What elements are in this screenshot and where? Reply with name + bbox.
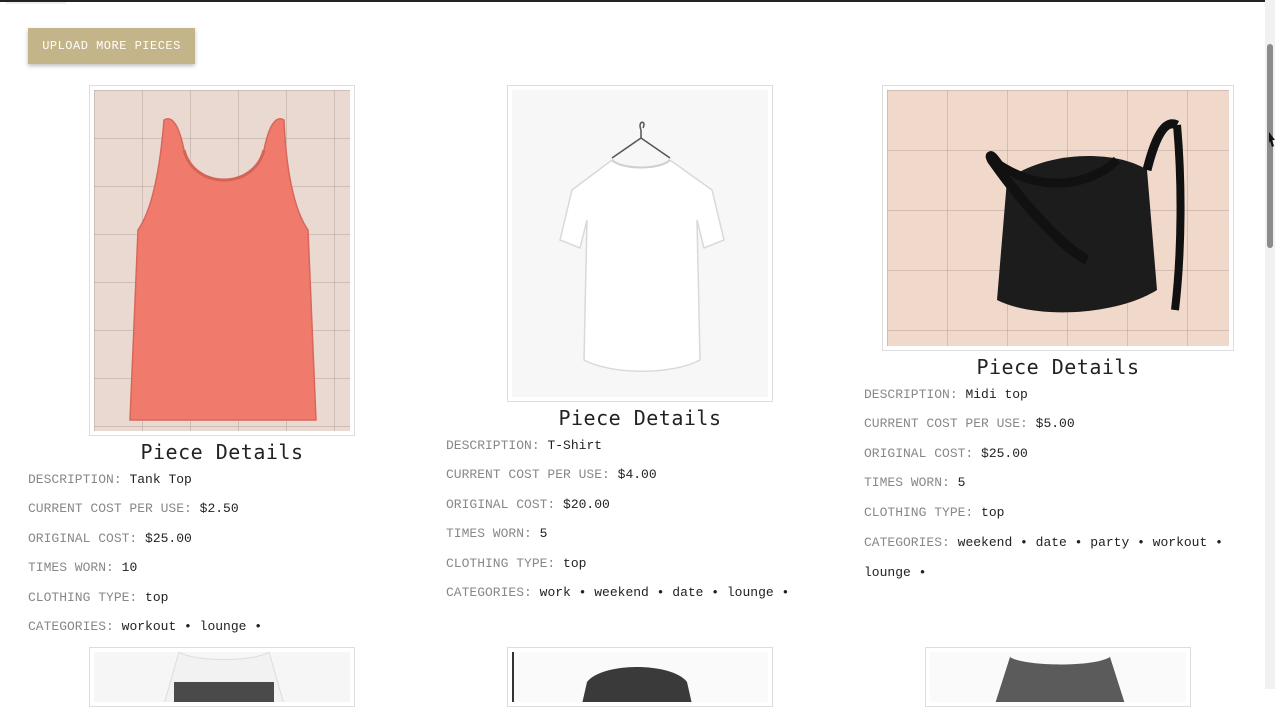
- clothing-type-row: CLOTHING TYPE: top: [28, 590, 168, 605]
- categories-label: CATEGORIES:: [28, 619, 114, 634]
- cost-per-use-label: CURRENT COST PER USE:: [446, 467, 610, 482]
- top-border: [0, 0, 1275, 2]
- cost-per-use-row: CURRENT COST PER USE: $2.50: [28, 501, 239, 516]
- description-value: T-Shirt: [547, 438, 603, 453]
- cost-per-use-label: CURRENT COST PER USE:: [28, 501, 192, 516]
- cost-per-use-value: $4.00: [617, 467, 657, 482]
- page-scrollbar[interactable]: [1265, 0, 1275, 689]
- piece-image-tshirt[interactable]: [507, 85, 773, 402]
- cost-per-use-label: CURRENT COST PER USE:: [864, 416, 1028, 431]
- piece-image-midi-top[interactable]: [882, 85, 1234, 351]
- cost-per-use-value: $2.50: [199, 501, 239, 516]
- cost-per-use-row: CURRENT COST PER USE: $5.00: [864, 416, 1075, 431]
- midi-top-photo: [887, 90, 1229, 346]
- clothing-type-value: top: [145, 590, 169, 605]
- piece-title: Piece Details: [140, 440, 304, 464]
- piece-image-next-2[interactable]: [507, 647, 773, 707]
- categories-row: CATEGORIES: work • weekend • date • loun…: [446, 585, 789, 600]
- times-worn-row: TIMES WORN: 5: [446, 526, 547, 541]
- original-cost-row: ORIGINAL COST: $20.00: [446, 497, 610, 512]
- clothing-type-label: CLOTHING TYPE:: [446, 556, 556, 571]
- piece-title: Piece Details: [558, 406, 722, 430]
- tshirt-photo: [512, 90, 768, 397]
- original-cost-value: $25.00: [145, 531, 192, 546]
- hoodie-photo: [512, 652, 768, 702]
- times-worn-label: TIMES WORN:: [446, 526, 532, 541]
- cost-per-use-value: $5.00: [1035, 416, 1075, 431]
- piece-title: Piece Details: [976, 355, 1140, 379]
- piece-image-next-3[interactable]: [925, 647, 1191, 707]
- times-worn-row: TIMES WORN: 5: [864, 475, 965, 490]
- description-row: DESCRIPTION: Tank Top: [28, 472, 192, 487]
- description-value: Tank Top: [129, 472, 192, 487]
- categories-value: workout • lounge •: [121, 619, 263, 634]
- times-worn-value: 5: [957, 475, 966, 490]
- times-worn-value: 10: [121, 560, 138, 575]
- original-cost-value: $25.00: [981, 446, 1028, 461]
- times-worn-label: TIMES WORN:: [28, 560, 114, 575]
- cost-per-use-row: CURRENT COST PER USE: $4.00: [446, 467, 657, 482]
- clothing-type-label: CLOTHING TYPE:: [28, 590, 138, 605]
- original-cost-row: ORIGINAL COST: $25.00: [864, 446, 1028, 461]
- categories-label: CATEGORIES:: [446, 585, 532, 600]
- leggings-photo: [94, 652, 350, 702]
- times-worn-row: TIMES WORN: 10: [28, 560, 137, 575]
- original-cost-value: $20.00: [563, 497, 610, 512]
- description-label: DESCRIPTION:: [446, 438, 540, 453]
- original-cost-label: ORIGINAL COST:: [864, 446, 974, 461]
- top-border-mark: [6, 2, 66, 4]
- times-worn-value: 5: [539, 526, 548, 541]
- categories-row: CATEGORIES: workout • lounge •: [28, 619, 262, 634]
- categories-row: CATEGORIES: weekend • date • party • wor…: [864, 528, 1224, 588]
- description-row: DESCRIPTION: T-Shirt: [446, 438, 602, 453]
- categories-value: work • weekend • date • lounge •: [539, 585, 790, 600]
- clothing-type-row: CLOTHING TYPE: top: [446, 556, 586, 571]
- clothing-type-value: top: [981, 505, 1005, 520]
- original-cost-label: ORIGINAL COST:: [28, 531, 138, 546]
- piece-image-tank-top[interactable]: [89, 85, 355, 436]
- original-cost-label: ORIGINAL COST:: [446, 497, 556, 512]
- clothing-type-value: top: [563, 556, 587, 571]
- original-cost-row: ORIGINAL COST: $25.00: [28, 531, 192, 546]
- tank-top-photo: [94, 90, 350, 431]
- clothing-type-label: CLOTHING TYPE:: [864, 505, 974, 520]
- upload-more-pieces-button[interactable]: UPLOAD MORE PIECES: [28, 28, 195, 64]
- description-value: Midi top: [965, 387, 1028, 402]
- categories-label: CATEGORIES:: [864, 535, 950, 550]
- description-row: DESCRIPTION: Midi top: [864, 387, 1028, 402]
- mouse-cursor-icon: [1269, 132, 1275, 148]
- piece-image-next-1[interactable]: [89, 647, 355, 707]
- times-worn-label: TIMES WORN:: [864, 475, 950, 490]
- description-label: DESCRIPTION:: [864, 387, 958, 402]
- clothing-type-row: CLOTHING TYPE: top: [864, 505, 1004, 520]
- description-label: DESCRIPTION:: [28, 472, 122, 487]
- tank-gray-photo: [930, 652, 1186, 702]
